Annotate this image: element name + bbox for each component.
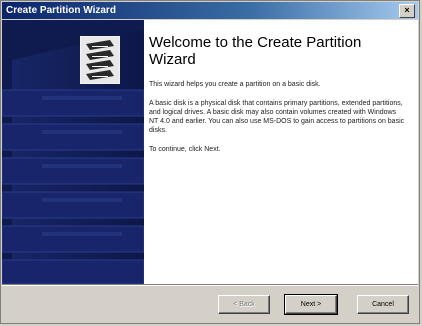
close-button[interactable]: × [399,4,415,18]
description-text: A basic disk is a physical disk that con… [149,100,405,134]
next-button[interactable]: Next > [284,294,338,315]
button-separator [2,284,418,286]
window-title: Create Partition Wizard [6,5,116,16]
wizard-content: Welcome to the Create Partition Wizard T… [2,20,418,284]
wizard-main: Welcome to the Create Partition Wizard T… [144,20,418,284]
cancel-button[interactable]: Cancel [357,295,409,314]
intro-text: This wizard helps you create a partition… [149,81,321,88]
disk-stack-icon [80,36,120,84]
back-button[interactable]: < Back [218,295,270,314]
page-title: Welcome to the Create Partition Wizard [149,34,362,68]
wizard-window: Create Partition Wizard × Welcome to the… [0,0,420,324]
title-bar: Create Partition Wizard × [2,2,418,19]
wizard-sidebar [2,20,144,284]
server-rack-graphic [2,20,144,284]
continue-text: To continue, click Next. [149,146,221,153]
